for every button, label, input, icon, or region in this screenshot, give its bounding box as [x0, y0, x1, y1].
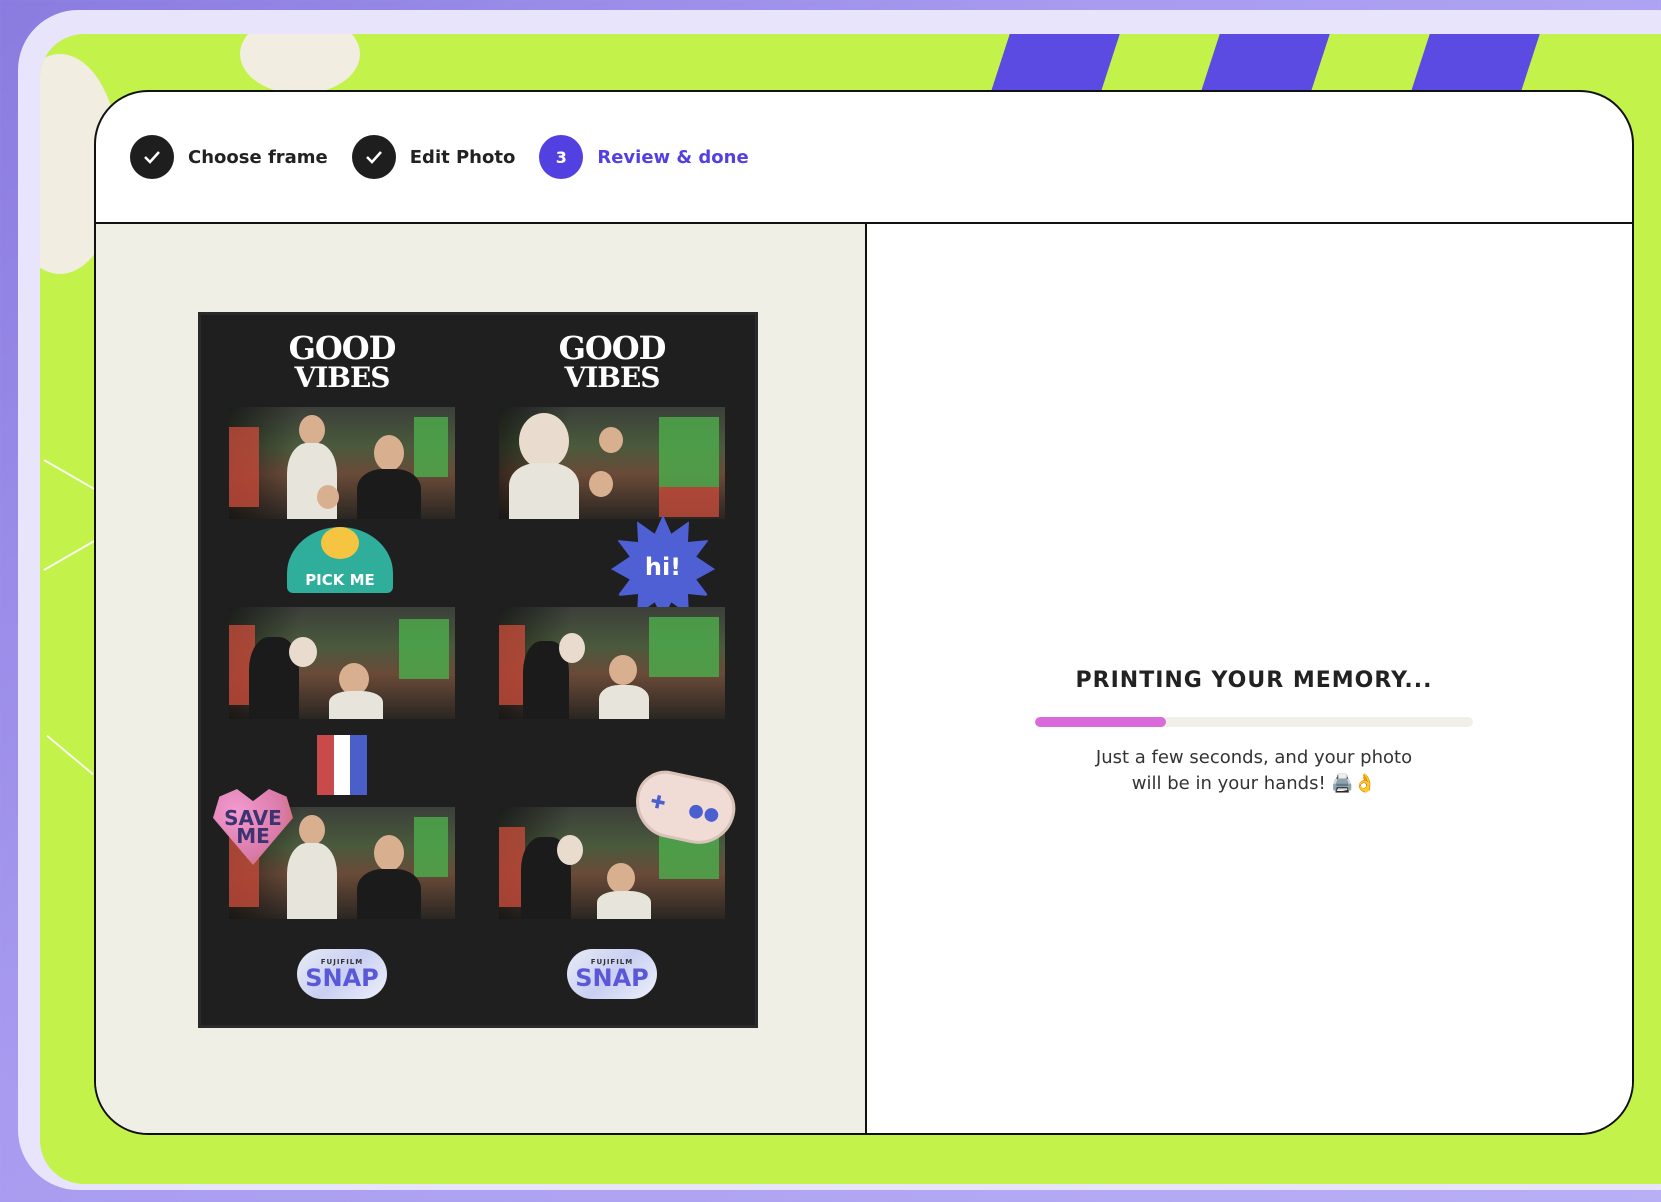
subtitle-line: will be in your hands! 🖨️👌	[1131, 773, 1377, 794]
strip-column-right: GOOD VIBES hi! ✚ ●● FUJIFILM SNAP	[499, 315, 741, 1025]
decor-stripe	[990, 34, 1120, 94]
smiley-icon	[321, 527, 359, 559]
printing-title: PRINTING YOUR MEMORY...	[1075, 668, 1433, 693]
good-vibes-header: GOOD VIBES	[229, 329, 455, 394]
print-progress-bar	[1035, 717, 1473, 727]
step-label: Edit Photo	[409, 146, 516, 168]
decor-line	[43, 539, 97, 571]
header-line: GOOD	[288, 329, 397, 367]
check-icon	[351, 135, 396, 179]
decor-blob	[240, 34, 360, 94]
stepper: Choose frame Edit Photo 3 Review & done	[96, 92, 1632, 224]
photo-strip: GOOD VIBES PICK ME SAVE ME FUJIFILM SNAP…	[198, 312, 758, 1028]
hi-badge-sticker: hi!	[611, 515, 715, 619]
header-line: GOOD	[558, 329, 667, 367]
photo-frame	[229, 407, 455, 519]
check-icon	[130, 135, 174, 179]
strip-column-left: GOOD VIBES PICK ME SAVE ME FUJIFILM SNAP	[213, 315, 455, 1025]
buttons-icon: ●●	[686, 798, 722, 826]
photobooth-card: Choose frame Edit Photo 3 Review & done …	[94, 90, 1634, 1135]
fujifilm-snap-logo: FUJIFILM SNAP	[297, 949, 387, 999]
decor-stripe	[1410, 34, 1540, 94]
flag-sticker	[317, 735, 368, 795]
photo-frame	[229, 607, 455, 719]
dpad-icon: ✚	[648, 790, 668, 815]
logo-word: SNAP	[575, 964, 649, 992]
printing-status: PRINTING YOUR MEMORY... Just a few secon…	[1019, 668, 1489, 797]
preview-panel: GOOD VIBES PICK ME SAVE ME FUJIFILM SNAP…	[96, 224, 867, 1133]
pick-me-sticker: PICK ME	[287, 527, 393, 593]
print-progress-fill	[1035, 717, 1167, 727]
header-line: VIBES	[564, 361, 660, 394]
photo-frame	[499, 607, 725, 719]
printing-panel: PRINTING YOUR MEMORY... Just a few secon…	[869, 224, 1632, 1133]
step-label: Choose frame	[188, 146, 328, 168]
decor-line	[46, 734, 94, 776]
fujifilm-snap-logo: FUJIFILM SNAP	[567, 949, 657, 999]
sticker-text: PICK ME	[305, 571, 375, 589]
printing-subtitle: Just a few seconds, and your photo will …	[1019, 745, 1489, 797]
decor-stripe	[1200, 34, 1330, 94]
decor-line	[43, 459, 97, 491]
subtitle-line: Just a few seconds, and your photo	[1095, 747, 1413, 768]
header-line: VIBES	[294, 361, 390, 394]
step-choose-frame[interactable]: Choose frame	[130, 135, 328, 179]
good-vibes-header: GOOD VIBES	[499, 329, 725, 394]
step-label: Review & done	[597, 146, 749, 168]
sticker-text: hi!	[644, 553, 682, 581]
step-edit-photo[interactable]: Edit Photo	[351, 135, 516, 179]
step-number: 3	[539, 135, 584, 179]
step-review-done[interactable]: 3 Review & done	[539, 135, 749, 179]
logo-word: SNAP	[305, 964, 379, 992]
photo-frame	[499, 407, 725, 519]
